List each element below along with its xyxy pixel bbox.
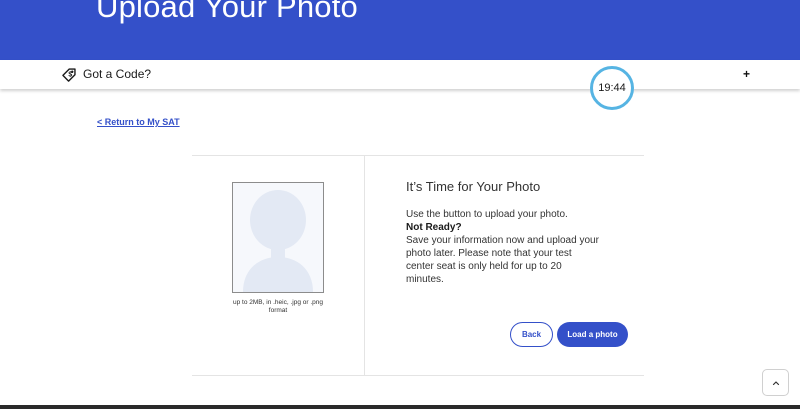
scroll-to-top-button[interactable] [762, 369, 789, 396]
photo-placeholder [232, 182, 324, 293]
person-silhouette-icon [233, 183, 323, 292]
timer-value: 19:44 [598, 82, 626, 94]
chevron-up-icon [772, 380, 779, 385]
bottom-edge [0, 405, 800, 409]
svg-text:$: $ [68, 72, 72, 79]
upload-photo-page: Upload Your Photo $ Got a Code? + 19:44 … [0, 0, 800, 409]
photo-requirements: up to 2MB, in .heic, .jpg or .png format [233, 299, 323, 314]
countdown-timer: 19:44 [590, 66, 634, 110]
not-ready-label: Not Ready? [406, 222, 462, 233]
instruction-text: Use the button to upload your photo. [406, 209, 568, 220]
back-button[interactable]: Back [510, 322, 553, 347]
page-title: Upload Your Photo [96, 0, 358, 24]
save-later-note: Save your information now and upload you… [406, 235, 599, 285]
instructions: Use the button to upload your photo. Not… [406, 208, 601, 286]
plus-icon[interactable]: + [743, 66, 750, 82]
section-heading: It’s Time for Your Photo [406, 179, 541, 194]
card-divider [364, 156, 365, 375]
tag-icon: $ [62, 68, 76, 82]
page-header: Upload Your Photo [0, 0, 800, 60]
return-to-my-sat-link[interactable]: < Return to My SAT [97, 117, 180, 128]
load-photo-button[interactable]: Load a photo [557, 322, 628, 347]
got-a-code-label[interactable]: Got a Code? [83, 66, 151, 82]
